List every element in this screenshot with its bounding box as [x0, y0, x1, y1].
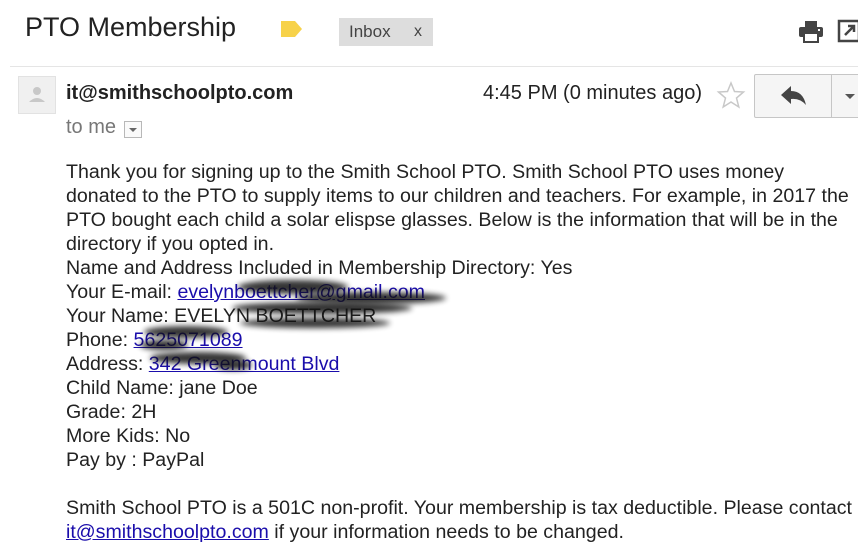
child-line: Child Name: jane Doe [66, 377, 258, 399]
recipient-details-toggle[interactable] [124, 121, 142, 138]
chevron-down-icon [129, 128, 137, 132]
address-label: Address: [66, 353, 149, 375]
email-subject: PTO Membership [25, 12, 237, 42]
name-line: Your Name: EVELYN BOETTCHER [66, 305, 377, 327]
footer-email-link[interactable]: it@smithschoolpto.com [66, 521, 269, 543]
sender-address[interactable]: it@smithschoolpto.com [66, 82, 293, 105]
reply-button[interactable] [754, 74, 832, 118]
popout-icon[interactable] [837, 19, 858, 43]
grade-line: Grade: 2H [66, 401, 157, 423]
star-icon[interactable] [716, 80, 746, 110]
header-divider [10, 66, 858, 67]
email-label: Your E-mail: [66, 281, 178, 303]
footer-text-after: if your information needs to be changed. [268, 521, 624, 543]
remove-label-button[interactable]: x [414, 23, 422, 41]
more-options-button[interactable] [831, 74, 858, 118]
email-line: Your E-mail: evelynboettcher@gmail.com [66, 280, 852, 304]
redaction-scribble [144, 326, 228, 338]
label-tag-icon[interactable] [279, 20, 303, 38]
label-chip-inbox: Inbox x [339, 18, 433, 46]
pay-line: Pay by : PayPal [66, 449, 205, 471]
phone-label: Phone: [66, 329, 134, 351]
redaction-scribble [232, 302, 412, 314]
print-icon[interactable] [798, 19, 824, 43]
message-time: 4:45 PM (0 minutes ago) [483, 82, 702, 104]
redaction-scribble [214, 360, 252, 370]
avatar-icon [29, 87, 45, 102]
redaction-scribble [140, 340, 188, 350]
reply-icon [781, 86, 806, 105]
chevron-down-icon [845, 94, 855, 99]
directory-line: Name and Address Included in Membership … [66, 257, 573, 279]
redaction-scribble [240, 318, 390, 328]
avatar [18, 76, 56, 114]
intro-paragraph: Thank you for signing up to the Smith Sc… [66, 161, 849, 255]
recipient-line: to me [66, 116, 117, 138]
footer-paragraph: Smith School PTO is a 501C non-profit. Y… [66, 496, 852, 544]
footer-text-before: Smith School PTO is a 501C non-profit. Y… [66, 497, 852, 519]
kids-line: More Kids: No [66, 425, 191, 447]
label-chip-text[interactable]: Inbox [349, 22, 391, 42]
